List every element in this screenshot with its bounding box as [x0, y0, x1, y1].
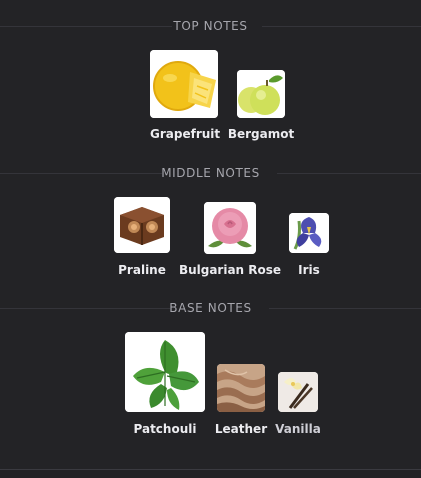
section-title: MIDDLE NOTES	[161, 166, 260, 180]
notes-pyramid: TOP NOTES Grapefruit Bergamot MIDDLE NOT…	[0, 0, 421, 478]
note-label: Vanilla	[275, 422, 321, 436]
note-label: Bulgarian Rose	[178, 263, 282, 277]
praline-icon[interactable]	[114, 197, 170, 253]
note-label: Patchouli	[133, 422, 197, 436]
bergamot-icon[interactable]	[237, 70, 285, 118]
note-label: Leather	[214, 422, 268, 436]
section-header-base-notes: BASE NOTES	[0, 300, 421, 316]
note-label: Grapefruit	[150, 127, 221, 141]
leather-icon[interactable]	[217, 364, 265, 412]
section-header-top-notes: TOP NOTES	[0, 18, 421, 34]
note-label: Praline	[118, 263, 166, 277]
section-title: TOP NOTES	[173, 19, 248, 33]
section-title: BASE NOTES	[169, 301, 252, 315]
note-label: Iris	[298, 263, 320, 277]
iris-icon[interactable]	[289, 213, 329, 253]
vanilla-flower-icon[interactable]	[278, 372, 318, 412]
note-label: Bergamot	[227, 127, 295, 141]
rose-icon[interactable]	[204, 202, 256, 254]
section-header-middle-notes: MIDDLE NOTES	[0, 165, 421, 181]
patchouli-leaf-icon[interactable]	[125, 332, 205, 412]
bottom-divider	[0, 469, 421, 470]
grapefruit-icon[interactable]	[150, 50, 218, 118]
